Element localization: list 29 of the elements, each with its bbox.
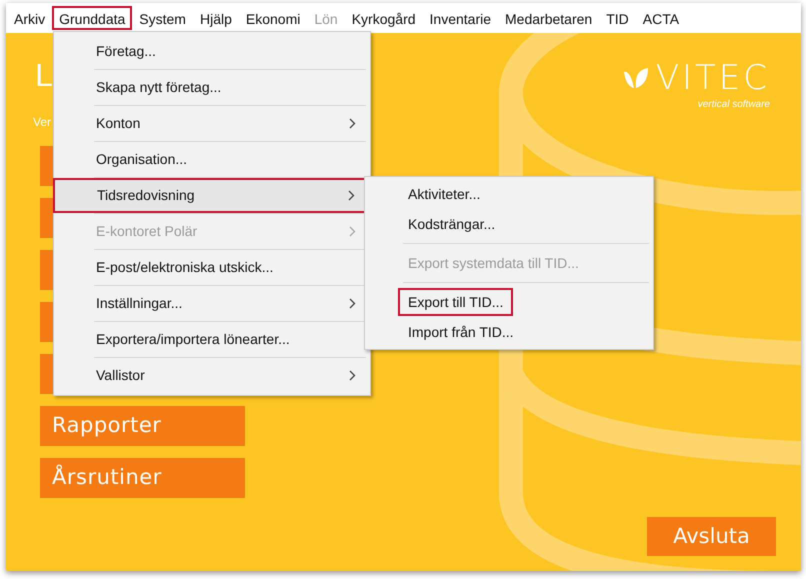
chevron-right-icon	[349, 370, 356, 381]
dropdown-menu-item[interactable]: Organisation...	[54, 142, 370, 177]
menu-bar-item[interactable]: Ekonomi	[238, 6, 308, 30]
dropdown-menu-item[interactable]: Vallistor	[54, 358, 370, 393]
chevron-right-icon	[349, 298, 356, 309]
menu-bar-item[interactable]: Medarbetaren	[498, 6, 600, 30]
submenu-item[interactable]: Kodsträngar...	[398, 210, 506, 238]
chevron-right-icon	[349, 226, 356, 237]
chevron-right-icon	[348, 190, 355, 201]
menu-bar-item[interactable]: Hjälp	[192, 6, 239, 30]
dropdown-menu-item[interactable]: Skapa nytt företag...	[54, 70, 370, 105]
version-label: Ver	[33, 114, 52, 131]
logo-tagline: vertical software	[698, 98, 770, 112]
submenu-item[interactable]: Import från TID...	[398, 318, 524, 346]
app-title: L	[35, 57, 53, 93]
menu-bar-item[interactable]: Arkiv	[7, 6, 52, 30]
menu-bar-item[interactable]: System	[132, 6, 193, 30]
leaf-logo-icon	[622, 66, 650, 90]
menu-bar-item[interactable]: ACTA	[636, 6, 686, 30]
menu-bar-item[interactable]: Kyrkogård	[344, 6, 423, 30]
menu-bar-item[interactable]: TID	[599, 6, 636, 30]
menu-bar-item[interactable]: Inventarie	[422, 6, 498, 30]
menu-bar-item[interactable]: Grunddata	[52, 6, 132, 30]
dropdown-menu-item[interactable]: Konton	[54, 106, 370, 141]
chevron-right-icon	[349, 118, 356, 129]
submenu-item[interactable]: Aktiviteter...	[398, 180, 490, 208]
dropdown-menu-item[interactable]: Företag...	[54, 34, 370, 69]
submenu-item[interactable]: Export till TID...	[398, 288, 514, 316]
logo-wordmark: VITEC	[656, 61, 770, 95]
